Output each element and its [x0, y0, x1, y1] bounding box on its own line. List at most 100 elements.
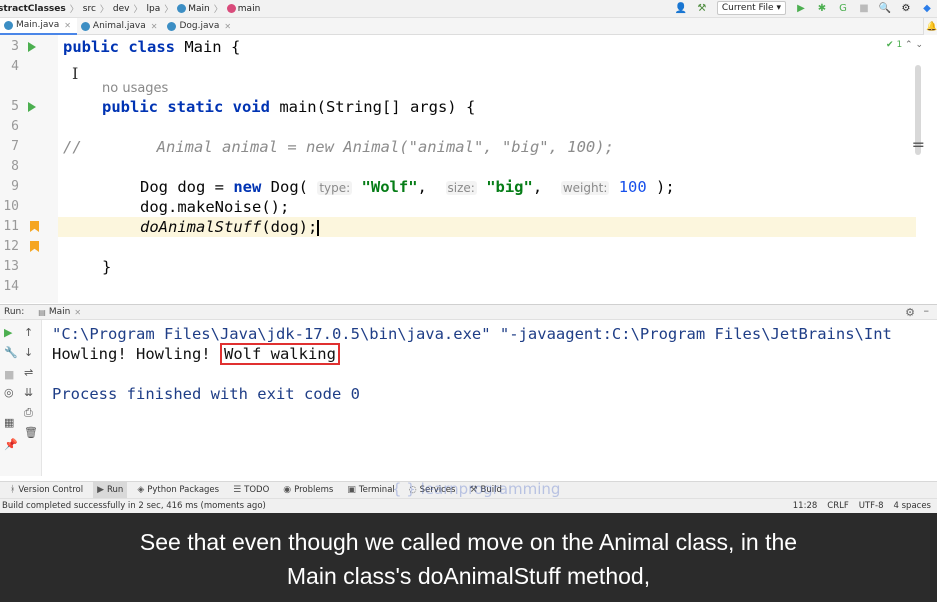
trash-icon[interactable]: 🗑 [24, 426, 38, 439]
rerun-icon[interactable]: ▶ [4, 326, 12, 339]
commented-code: Animal animal = new Animal("animal", "bi… [156, 138, 614, 156]
tool-problems[interactable]: ◉ Problems [279, 482, 337, 499]
close-icon[interactable]: ✕ [64, 21, 71, 30]
run-panel-header: Run: ▤ Main ✕ ⚙ – [0, 304, 937, 320]
keyword: new [233, 178, 262, 196]
stop-icon[interactable]: ■ [858, 2, 870, 14]
stop-icon[interactable]: ■ [4, 368, 14, 381]
notifications-icon[interactable]: 🔔 [926, 22, 937, 32]
highlighted-output: Wolf walking [219, 343, 340, 365]
search-icon[interactable]: 🔍 [879, 2, 891, 14]
code-line-5: public static void main(String[] args) { [102, 97, 937, 117]
scroll-to-end-icon[interactable]: ⇊ [24, 386, 33, 399]
run-method-icon[interactable] [28, 102, 36, 112]
file-encoding[interactable]: UTF-8 [859, 501, 884, 511]
wrench-icon[interactable]: 🔧 [4, 346, 18, 359]
editor-gutter: 3 4 5 6 7 8 9 10 11 12 13 14 [0, 35, 58, 303]
indent-setting[interactable]: 4 spaces [894, 501, 931, 511]
tool-label: TODO [244, 485, 270, 495]
user-icon[interactable]: 👤 [675, 2, 687, 14]
caret-position[interactable]: 11:28 [793, 501, 818, 511]
code-text: ); [646, 178, 675, 196]
print-icon[interactable]: ⎙ [24, 406, 33, 420]
inspection-widget[interactable]: ✔ 1 ⌃ ⌄ [886, 40, 923, 50]
output-text: Howling! Howling! [52, 345, 220, 363]
layout-icon[interactable]: ▦ [4, 416, 14, 429]
breadcrumb-separator: 〉 [213, 5, 223, 15]
method-call: doAnimalStuff [140, 218, 262, 236]
camera-icon[interactable]: ◎ [4, 386, 14, 399]
breadcrumb-separator: 〉 [99, 5, 109, 15]
line-number: 7 [11, 139, 19, 154]
code-editor[interactable]: 3 4 5 6 7 8 9 10 11 12 13 14 public clas… [0, 35, 937, 303]
run-class-icon[interactable] [28, 42, 36, 52]
watermark-logo: { } learnprogramming [392, 480, 561, 498]
string-literal: "Wolf" [361, 178, 418, 196]
breadcrumb-main-class[interactable]: Main [177, 4, 210, 14]
breadcrumb-dev[interactable]: dev [113, 4, 130, 14]
breadcrumb-src[interactable]: src [83, 4, 96, 14]
scroll-down-icon[interactable]: ↓ [24, 346, 33, 359]
tool-terminal[interactable]: ▣ Terminal [343, 482, 398, 499]
status-message[interactable]: Build completed successfully in 2 sec, 4… [2, 501, 266, 511]
param-hint-type: type: [317, 181, 353, 195]
caption-line-1: See that even though we called move on t… [139, 529, 798, 555]
run-icon[interactable]: ▶ [795, 2, 807, 14]
run-config-tab-label: Main [48, 307, 71, 317]
minimize-icon[interactable]: – [924, 304, 930, 317]
param-hint-size: size: [445, 181, 477, 195]
debug-icon[interactable]: ✱ [816, 2, 828, 14]
method-icon [226, 4, 236, 13]
inspection-count: ✔ 1 [886, 40, 903, 50]
line-ending[interactable]: CRLF [827, 501, 848, 511]
breadcrumb-main-method[interactable]: main [226, 3, 261, 14]
console-command-line: "C:\Program Files\Java\jdk-17.0.5\bin\ja… [52, 325, 892, 343]
tab-animal-java[interactable]: Animal.java ✕ [77, 18, 164, 35]
code-line-3: public class Main { [63, 37, 921, 57]
gear-icon[interactable]: ⚙ [905, 306, 915, 319]
tool-run[interactable]: ▶ Run [93, 481, 128, 499]
pin-icon[interactable]: 📌 [4, 438, 18, 451]
close-icon[interactable]: ✕ [224, 22, 231, 31]
breadcrumb-separator: 〉 [69, 5, 79, 15]
class-icon [177, 4, 187, 13]
run-configuration-select[interactable]: Current File ▾ [716, 1, 786, 15]
console-exit-line: Process finished with exit code 0 [52, 385, 360, 403]
bookmark-icon[interactable] [30, 221, 39, 232]
run-configuration-label: Current File [721, 3, 774, 13]
line-number: 11 [3, 219, 19, 234]
run-config-tab[interactable]: ▤ Main ✕ [38, 307, 81, 317]
tool-label: Problems [294, 485, 334, 495]
tab-main-java[interactable]: Main.java ✕ [0, 17, 77, 35]
close-icon[interactable]: ✕ [74, 308, 81, 317]
breadcrumb-separator: 〉 [164, 5, 174, 15]
code-area[interactable]: public class Main { I no usages public s… [58, 35, 916, 303]
param-hint-weight: weight: [560, 181, 610, 195]
run-console[interactable]: ▶ ↑ 🔧 ↓ ■ ⇌ ◎ ⇊ ⎙ ▦ 🗑 📌 "C:\Program File… [0, 320, 937, 476]
run-icon: ▶ [97, 485, 105, 495]
structure-marker-icon[interactable]: = [912, 135, 925, 154]
tab-dog-java[interactable]: Dog.java ✕ [163, 18, 237, 35]
breadcrumb-project[interactable]: stractClasses [0, 4, 66, 14]
breadcrumb-lpa[interactable]: lpa [147, 4, 161, 14]
bookmark-icon[interactable] [30, 241, 39, 252]
scroll-up-icon[interactable]: ↑ [24, 326, 33, 339]
line-number: 5 [11, 99, 19, 114]
coverage-icon[interactable]: G [837, 2, 849, 14]
tool-version-control[interactable]: ᚼ Version Control [6, 482, 87, 499]
breadcrumb-main-method-label: main [237, 3, 261, 14]
string-literal: "big" [486, 178, 533, 196]
code-line-11-current: doAnimalStuff(dog); [58, 217, 916, 237]
status-bar: Build completed successfully in 2 sec, 4… [0, 498, 937, 513]
tool-python-packages[interactable]: ◈ Python Packages [133, 482, 223, 499]
code-text: Main { [174, 38, 241, 56]
hammer-icon[interactable]: ⚒ [696, 2, 708, 14]
ide-logo-icon[interactable]: ◆ [921, 2, 933, 14]
tool-todo[interactable]: ☰ TODO [229, 482, 273, 499]
tool-label: Run [107, 485, 124, 495]
usages-hint[interactable]: no usages [102, 80, 168, 98]
line-number: 13 [3, 259, 19, 274]
gear-icon[interactable]: ⚙ [900, 2, 912, 14]
soft-wrap-icon[interactable]: ⇌ [24, 366, 33, 379]
close-icon[interactable]: ✕ [151, 22, 158, 31]
